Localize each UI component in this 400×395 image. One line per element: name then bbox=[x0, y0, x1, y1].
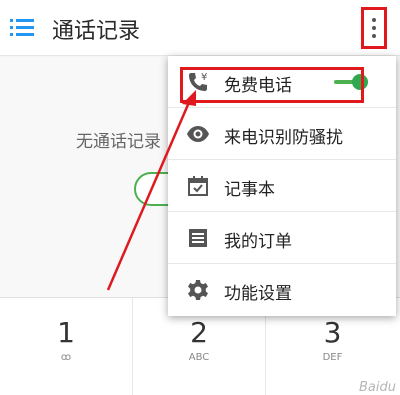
key-1[interactable]: 1 ꝏ bbox=[0, 298, 133, 395]
empty-state-text: 无通话记录 bbox=[76, 132, 161, 152]
page-title: 通话记录 bbox=[52, 19, 141, 44]
menu-item-caller-id[interactable]: 来电识别防骚扰 bbox=[168, 108, 396, 160]
menu-item-label: 记事本 bbox=[224, 180, 275, 200]
menu-item-notepad[interactable]: 记事本 bbox=[168, 160, 396, 212]
key-digit: 1 bbox=[57, 316, 75, 349]
watermark: Baidu bbox=[359, 380, 396, 395]
menu-item-settings[interactable]: 功能设置 bbox=[168, 264, 396, 316]
calendar-check-icon bbox=[188, 176, 208, 196]
eye-icon bbox=[187, 126, 209, 142]
list-doc-icon bbox=[189, 229, 207, 247]
key-letters: DEF bbox=[322, 352, 343, 363]
gear-icon bbox=[188, 280, 208, 300]
menu-list-icon[interactable] bbox=[10, 16, 34, 38]
menu-item-label: 功能设置 bbox=[224, 284, 292, 304]
key-digit: 2 bbox=[190, 316, 208, 349]
key-digit: 3 bbox=[323, 316, 342, 349]
menu-item-label: 来电识别防骚扰 bbox=[224, 128, 343, 148]
menu-item-label: 我的订单 bbox=[224, 232, 292, 252]
annotation-highlight-box bbox=[180, 67, 364, 103]
more-vert-icon[interactable] bbox=[361, 7, 387, 49]
key-letters: ABC bbox=[188, 352, 210, 363]
menu-item-orders[interactable]: 我的订单 bbox=[168, 212, 396, 264]
voicemail-icon: ꝏ bbox=[60, 352, 72, 363]
app-bar: 通话记录 bbox=[0, 0, 400, 56]
